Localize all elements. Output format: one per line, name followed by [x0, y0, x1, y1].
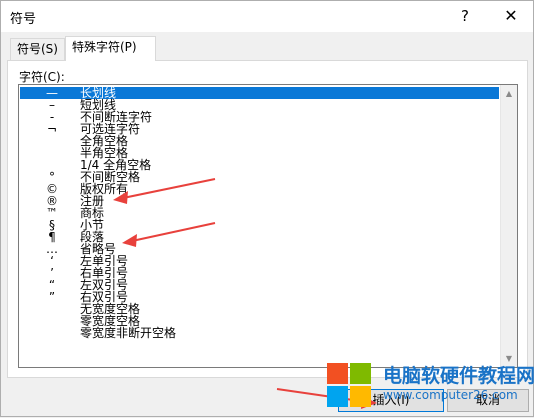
site-watermark: 电脑软硬件教程网 www.computer26.com — [323, 359, 534, 417]
character-rows: — 长划线 – 短划线 - 不间断连字符 ¬ 可选连字符 全角空格 半角空格 1/4 全角空格 ° 不间… — [20, 87, 499, 339]
list-item[interactable]: 零宽度非断开空格 — [20, 327, 499, 339]
title-bar[interactable]: 符号 ? ✕ — [1, 1, 533, 32]
dialog-title: 符号 — [10, 12, 37, 27]
symbol-dialog: 符号 ? ✕ 符号(S) 特殊字符(P) 字符(C): — 长划线 – 短划线 - 不间断… — [0, 0, 534, 417]
character-glyph: ” — [48, 290, 56, 304]
character-list-label: 字符(C): — [19, 70, 65, 84]
close-icon[interactable]: ✕ — [497, 5, 525, 27]
character-glyph: ¬ — [46, 122, 58, 136]
special-characters-panel: 字符(C): — 长划线 – 短划线 - 不间断连字符 ¬ 可选连字符 全角空格 半角空格 1/4 … — [7, 60, 528, 378]
vertical-scrollbar[interactable]: ▲ ▼ — [500, 85, 517, 367]
character-listbox[interactable]: — 长划线 – 短划线 - 不间断连字符 ¬ 可选连字符 全角空格 半角空格 1/4 全角空格 ° 不间… — [18, 84, 518, 368]
tab-special-characters[interactable]: 特殊字符(P) — [65, 36, 156, 61]
watermark-url: www.computer26.com — [383, 388, 518, 402]
windows-logo-icon — [327, 363, 373, 409]
tab-symbols[interactable]: 符号(S) — [10, 38, 65, 60]
scroll-up-icon[interactable]: ▲ — [501, 85, 517, 102]
watermark-title: 电脑软硬件教程网 — [383, 365, 534, 387]
help-icon[interactable]: ? — [451, 5, 479, 27]
character-name: 零宽度非断开空格 — [80, 326, 177, 340]
